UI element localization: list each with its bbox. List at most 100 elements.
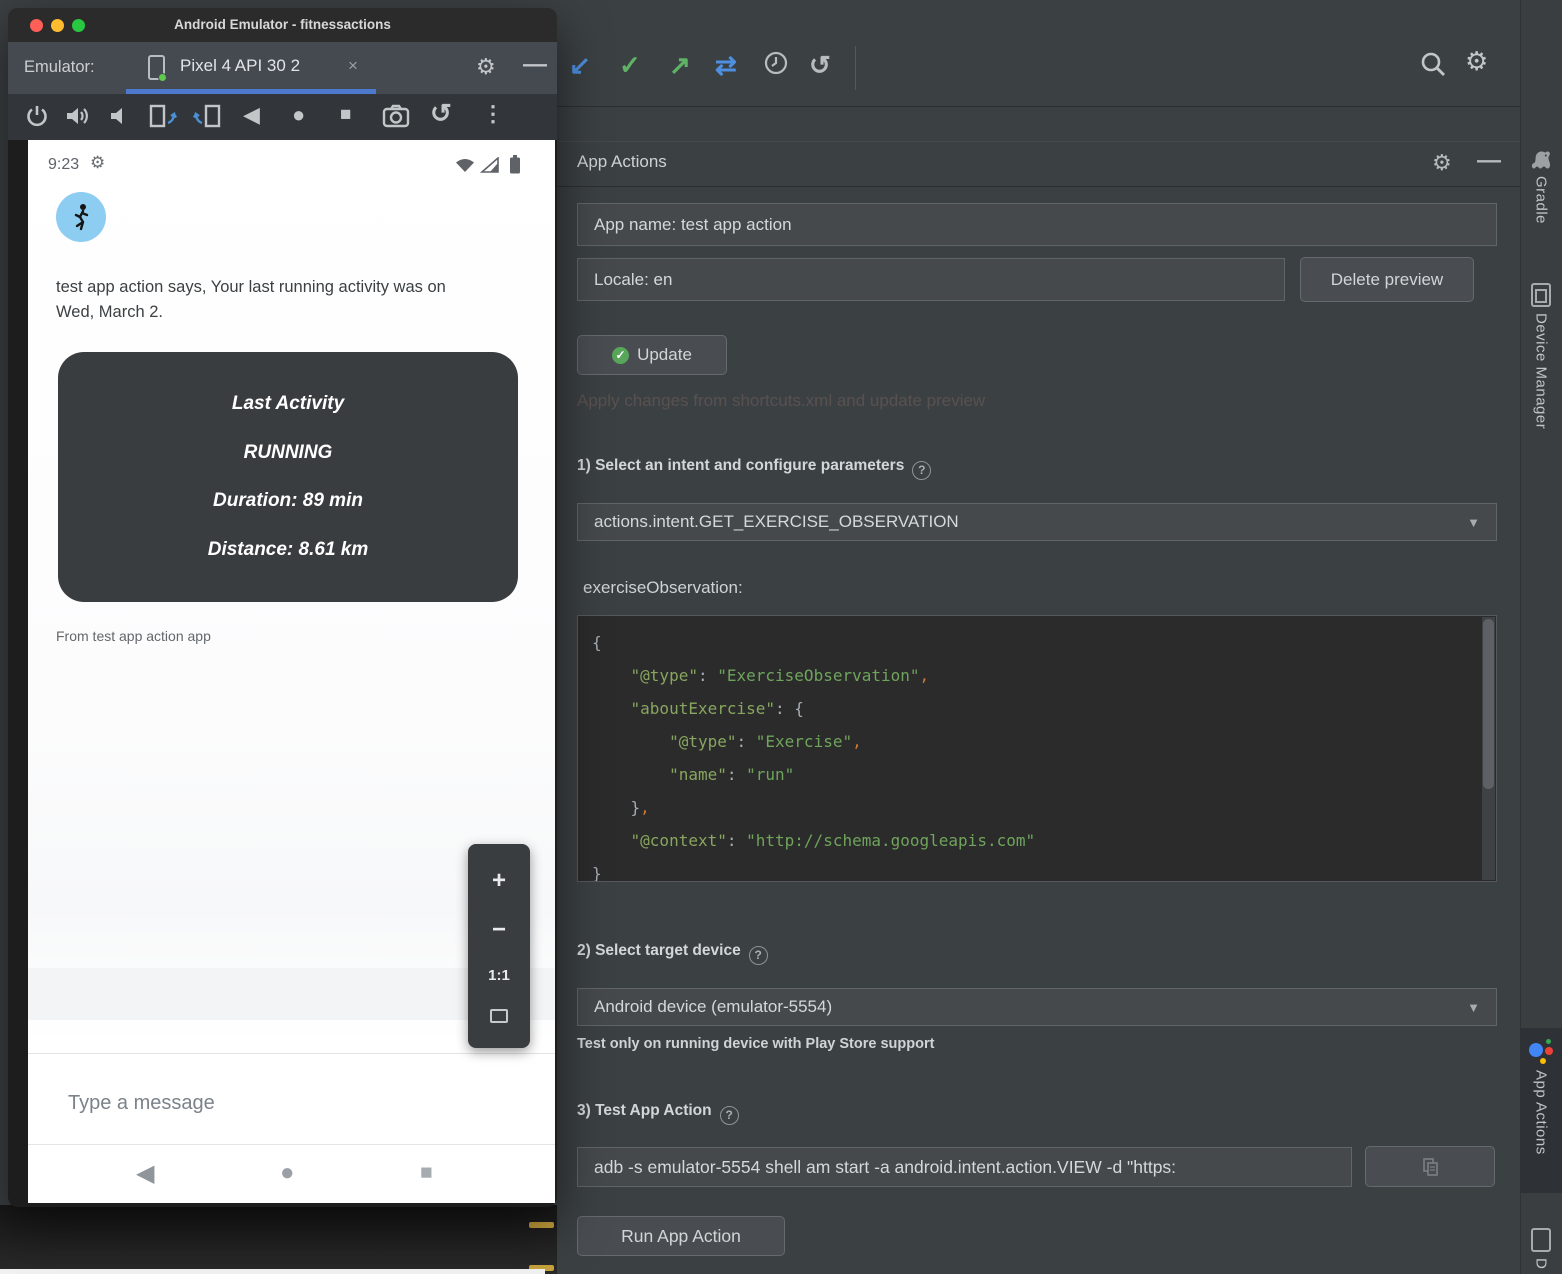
editor-behind-window: [0, 1205, 557, 1274]
last-activity-card: Last Activity RUNNING Duration: 89 min D…: [58, 352, 518, 602]
target-device-value: Android device (emulator-5554): [594, 997, 832, 1017]
adb-command-input[interactable]: adb -s emulator-5554 shell am start -a a…: [577, 1147, 1352, 1187]
phone-tab-icon: [148, 55, 165, 80]
ide-main-toolbar: ↙ ✓ ↗ ⇄ ↺ ⚙: [557, 0, 1520, 107]
intent-dropdown[interactable]: actions.intent.GET_EXERCISE_OBSERVATION …: [577, 503, 1497, 541]
section3-label: 3) Test App Action?: [577, 1102, 739, 1125]
emulator-minimize-icon[interactable]: —: [523, 51, 547, 79]
nav-home-icon[interactable]: ●: [280, 1159, 295, 1187]
search-icon[interactable]: [1419, 50, 1447, 78]
copy-icon: [1423, 1158, 1438, 1176]
section2-help-icon[interactable]: ?: [749, 946, 768, 965]
clock-icon[interactable]: [763, 50, 789, 76]
copy-command-button[interactable]: [1365, 1146, 1495, 1187]
tool-tab-gradle[interactable]: Gradle: [1520, 150, 1562, 224]
device-icon: [1531, 1228, 1551, 1252]
tool-tab-bottom-partial[interactable]: D: [1520, 1228, 1562, 1269]
tool-tab-device-manager[interactable]: Device Manager: [1520, 283, 1562, 429]
emulator-titlebar[interactable]: Android Emulator - fitnessactions: [8, 8, 557, 42]
zoom-out-button[interactable]: −: [492, 918, 506, 942]
volume-up-icon[interactable]: [64, 103, 92, 129]
locale-input[interactable]: Locale: en: [577, 258, 1285, 301]
tab-close-icon[interactable]: ×: [348, 56, 358, 76]
intent-parameters-editor[interactable]: { "@type": "ExerciseObservation", "about…: [577, 615, 1497, 882]
avd-tab[interactable]: Pixel 4 API 30 2: [180, 56, 300, 76]
zoom-in-button[interactable]: +: [492, 869, 506, 893]
update-hint-text: Apply changes from shortcuts.xml and upd…: [577, 391, 985, 411]
battery-icon: [509, 155, 521, 174]
panel-gear-icon[interactable]: ⚙: [1432, 150, 1452, 176]
overview-icon[interactable]: ■: [340, 102, 351, 128]
device-manager-icon: [1531, 283, 1551, 307]
source-caption: From test app action app: [56, 628, 211, 644]
volume-down-icon[interactable]: [106, 103, 132, 129]
emulator-tabbar: Emulator: Pixel 4 API 30 2 × ⚙ —: [8, 42, 557, 94]
run-app-action-button[interactable]: Run App Action: [577, 1216, 785, 1256]
signal-icon: [480, 157, 500, 173]
status-bar-gear-icon: ⚙: [90, 153, 105, 173]
panel-minimize-icon[interactable]: —: [1477, 147, 1501, 175]
card-duration: Duration: 89 min: [213, 490, 363, 512]
intent-dropdown-value: actions.intent.GET_EXERCISE_OBSERVATION: [594, 512, 959, 532]
home-icon[interactable]: ●: [292, 102, 305, 128]
delete-preview-button[interactable]: Delete preview: [1300, 257, 1474, 302]
assistant-message: test app action says, Your last running …: [56, 275, 446, 325]
update-button-label: Update: [637, 345, 692, 365]
snapshot-icon[interactable]: ↺: [430, 100, 452, 126]
section3-help-icon[interactable]: ?: [720, 1106, 739, 1125]
settings-icon[interactable]: ⚙: [1465, 48, 1488, 74]
toolbar-separator: [855, 46, 856, 90]
assistant-icon: [1529, 1038, 1553, 1064]
rotate-right-icon[interactable]: [192, 103, 222, 129]
window-title: Android Emulator - fitnessactions: [8, 17, 557, 32]
rotate-left-icon[interactable]: [148, 103, 178, 129]
undo-icon[interactable]: ↺: [809, 52, 831, 78]
nav-overview-icon[interactable]: ■: [420, 1161, 433, 1185]
scrollbar-warning-mark[interactable]: [529, 1222, 554, 1228]
nav-back-icon[interactable]: ◀: [136, 1159, 154, 1188]
tool-tab-device-manager-label: Device Manager: [1533, 313, 1550, 429]
chevron-down-icon: ▼: [1467, 1000, 1480, 1015]
parameter-label: exerciseObservation:: [583, 578, 743, 598]
chevron-down-icon: ▼: [1467, 515, 1480, 530]
tool-tab-bottom-partial-label: D: [1533, 1258, 1550, 1269]
section1-label-text: 1) Select an intent and configure parame…: [577, 457, 904, 474]
tool-tab-app-actions-label: App Actions: [1533, 1070, 1550, 1155]
emulator-settings-icon[interactable]: ⚙: [476, 54, 496, 80]
runner-icon: [68, 203, 94, 231]
desktop-sliver: [0, 1269, 545, 1274]
sync-icon[interactable]: ⇄: [715, 52, 737, 78]
section2-label: 2) Select target device?: [577, 942, 768, 965]
check-icon[interactable]: ✓: [619, 52, 641, 78]
card-title: Last Activity: [232, 393, 344, 415]
zoom-control-panel: + − 1:1: [468, 844, 530, 1048]
camera-icon[interactable]: [382, 103, 410, 129]
step-back-icon[interactable]: ↙: [569, 52, 591, 78]
zoom-fit-button[interactable]: [490, 1009, 508, 1023]
divider: [28, 1053, 555, 1054]
code-scrollbar[interactable]: [1482, 617, 1495, 880]
section2-label-text: 2) Select target device: [577, 942, 741, 959]
user-avatar: [460, 195, 502, 237]
fitness-app-avatar: [56, 192, 106, 242]
app-actions-panel-header: [557, 141, 1520, 187]
card-activity: RUNNING: [244, 442, 333, 464]
step-forward-icon[interactable]: ↗: [669, 52, 691, 78]
tool-tab-app-actions[interactable]: App Actions: [1520, 1028, 1562, 1193]
gradle-elephant-icon: [1529, 150, 1553, 170]
target-device-dropdown[interactable]: Android device (emulator-5554) ▼: [577, 988, 1497, 1026]
message-input[interactable]: Type a message: [68, 1092, 215, 1115]
back-icon[interactable]: ◀: [243, 102, 260, 128]
more-icon[interactable]: ⋮: [482, 101, 504, 127]
json-code: { "@type": "ExerciseObservation", "about…: [592, 626, 1482, 882]
status-bar-time: 9:23: [48, 156, 79, 174]
panel-title: App Actions: [577, 152, 667, 172]
power-icon[interactable]: [24, 103, 50, 129]
section1-help-icon[interactable]: ?: [912, 461, 931, 480]
section1-label: 1) Select an intent and configure parame…: [577, 457, 931, 480]
device-hint-text: Test only on running device with Play St…: [577, 1036, 934, 1052]
update-button[interactable]: ✓ Update: [577, 335, 727, 375]
zoom-1to1-button[interactable]: 1:1: [488, 967, 510, 984]
card-distance: Distance: 8.61 km: [208, 539, 369, 561]
app-name-input[interactable]: App name: test app action: [577, 203, 1497, 246]
